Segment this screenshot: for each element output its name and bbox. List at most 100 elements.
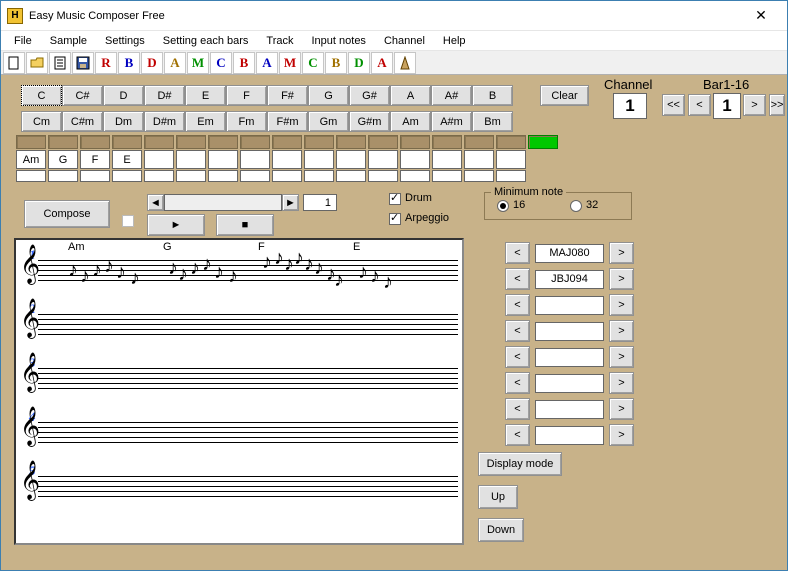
chord-g[interactable]: G xyxy=(308,85,349,106)
chord-a[interactable]: A xyxy=(390,85,431,106)
pattern-input-1[interactable]: MAJ080 xyxy=(535,244,604,263)
arpeggio-checkbox[interactable] xyxy=(389,213,401,225)
bar-slot-top-9[interactable] xyxy=(272,135,302,149)
chord-dsharpm[interactable]: D#m xyxy=(144,111,185,132)
menu-file[interactable]: File xyxy=(5,33,41,49)
pattern-next-2[interactable]: > xyxy=(609,268,634,290)
bar-slot-top-12[interactable] xyxy=(368,135,398,149)
chord-c[interactable]: C xyxy=(21,85,62,106)
pattern-input-4[interactable] xyxy=(535,322,604,341)
pattern-prev-5[interactable]: < xyxy=(505,346,530,368)
up-button[interactable]: Up xyxy=(478,485,518,509)
toolbar-letter-5[interactable]: C xyxy=(210,52,232,74)
bar-slot-6[interactable] xyxy=(176,150,206,169)
menu-setting-each-bars[interactable]: Setting each bars xyxy=(154,33,258,49)
toolbar-letter-4[interactable]: M xyxy=(187,52,209,74)
bar-slot-top-4[interactable] xyxy=(112,135,142,149)
chord-bm[interactable]: Bm xyxy=(472,111,513,132)
pattern-next-1[interactable]: > xyxy=(609,242,634,264)
bar-slot-top-1[interactable] xyxy=(16,135,46,149)
bar-slot-14[interactable] xyxy=(432,150,462,169)
bar-slot-5[interactable] xyxy=(144,150,174,169)
bar-slot-rest-5[interactable] xyxy=(144,170,174,182)
pattern-input-2[interactable]: JBJ094 xyxy=(535,270,604,289)
menu-channel[interactable]: Channel xyxy=(375,33,434,49)
spin-track[interactable] xyxy=(164,194,282,211)
compose-button[interactable]: Compose xyxy=(24,200,110,228)
bar-slot-12[interactable] xyxy=(368,150,398,169)
pattern-input-3[interactable] xyxy=(535,296,604,315)
menu-sample[interactable]: Sample xyxy=(41,33,96,49)
first-page-button[interactable]: << xyxy=(662,94,685,116)
play-button[interactable]: ► xyxy=(147,214,205,236)
clear-button[interactable]: Clear xyxy=(540,85,589,106)
chord-cm[interactable]: Cm xyxy=(21,111,62,132)
chord-asharp[interactable]: A# xyxy=(431,85,472,106)
close-icon[interactable]: ✕ xyxy=(741,7,781,24)
bar-slot-top-14[interactable] xyxy=(432,135,462,149)
chord-dsharp[interactable]: D# xyxy=(144,85,185,106)
bar-slot-9[interactable] xyxy=(272,150,302,169)
chord-dm[interactable]: Dm xyxy=(103,111,144,132)
pattern-prev-6[interactable]: < xyxy=(505,372,530,394)
bar-slot-rest-7[interactable] xyxy=(208,170,238,182)
save-icon[interactable] xyxy=(72,52,94,74)
pattern-prev-4[interactable]: < xyxy=(505,320,530,342)
bar-slot-rest-16[interactable] xyxy=(496,170,526,182)
drum-checkbox[interactable] xyxy=(389,193,401,205)
radio-32[interactable] xyxy=(570,200,582,212)
open-icon[interactable] xyxy=(26,52,48,74)
toolbar-letter-10[interactable]: B xyxy=(325,52,347,74)
menu-help[interactable]: Help xyxy=(434,33,475,49)
bar-slot-top-7[interactable] xyxy=(208,135,238,149)
pattern-prev-1[interactable]: < xyxy=(505,242,530,264)
next-page-button[interactable]: > xyxy=(743,94,766,116)
pattern-next-5[interactable]: > xyxy=(609,346,634,368)
chord-fsharpm[interactable]: F#m xyxy=(267,111,308,132)
menu-settings[interactable]: Settings xyxy=(96,33,154,49)
radio-16[interactable] xyxy=(497,200,509,212)
bar-slot-8[interactable] xyxy=(240,150,270,169)
menu-input-notes[interactable]: Input notes xyxy=(303,33,375,49)
pattern-input-5[interactable] xyxy=(535,348,604,367)
bar-slot-top-15[interactable] xyxy=(464,135,494,149)
bar-slot-13[interactable] xyxy=(400,150,430,169)
stop-button[interactable]: ■ xyxy=(216,214,274,236)
bar-slot-rest-6[interactable] xyxy=(176,170,206,182)
bar-slot-2[interactable]: G xyxy=(48,150,78,169)
bar-slot-rest-1[interactable] xyxy=(16,170,46,182)
bar-slot-rest-13[interactable] xyxy=(400,170,430,182)
bar-slot-7[interactable] xyxy=(208,150,238,169)
chord-f[interactable]: F xyxy=(226,85,267,106)
chord-gsharp[interactable]: G# xyxy=(349,85,390,106)
bar-slot-4[interactable]: E xyxy=(112,150,142,169)
bar-slot-rest-10[interactable] xyxy=(304,170,334,182)
bar-slot-16[interactable] xyxy=(496,150,526,169)
bar-slot-rest-15[interactable] xyxy=(464,170,494,182)
toolbar-letter-6[interactable]: B xyxy=(233,52,255,74)
bar-slot-top-2[interactable] xyxy=(48,135,78,149)
chord-csharpm[interactable]: C#m xyxy=(62,111,103,132)
toolbar-letter-7[interactable]: A xyxy=(256,52,278,74)
pattern-next-3[interactable]: > xyxy=(609,294,634,316)
pattern-prev-7[interactable]: < xyxy=(505,398,530,420)
bar-slot-end[interactable] xyxy=(528,135,558,149)
toolbar-letter-12[interactable]: A xyxy=(371,52,393,74)
chord-csharp[interactable]: C# xyxy=(62,85,103,106)
last-page-button[interactable]: >> xyxy=(769,94,785,116)
bar-slot-top-13[interactable] xyxy=(400,135,430,149)
bar-slot-rest-3[interactable] xyxy=(80,170,110,182)
new-icon[interactable] xyxy=(3,52,25,74)
toolbar-letter-9[interactable]: C xyxy=(302,52,324,74)
bar-slot-rest-12[interactable] xyxy=(368,170,398,182)
chord-fm[interactable]: Fm xyxy=(226,111,267,132)
bar-slot-top-16[interactable] xyxy=(496,135,526,149)
pattern-input-7[interactable] xyxy=(535,400,604,419)
chord-e[interactable]: E xyxy=(185,85,226,106)
bar-slot-3[interactable]: F xyxy=(80,150,110,169)
chord-b[interactable]: B xyxy=(472,85,513,106)
spin-right-button[interactable]: ► xyxy=(282,194,299,211)
bar-slot-rest-14[interactable] xyxy=(432,170,462,182)
pattern-prev-2[interactable]: < xyxy=(505,268,530,290)
chord-fsharp[interactable]: F# xyxy=(267,85,308,106)
